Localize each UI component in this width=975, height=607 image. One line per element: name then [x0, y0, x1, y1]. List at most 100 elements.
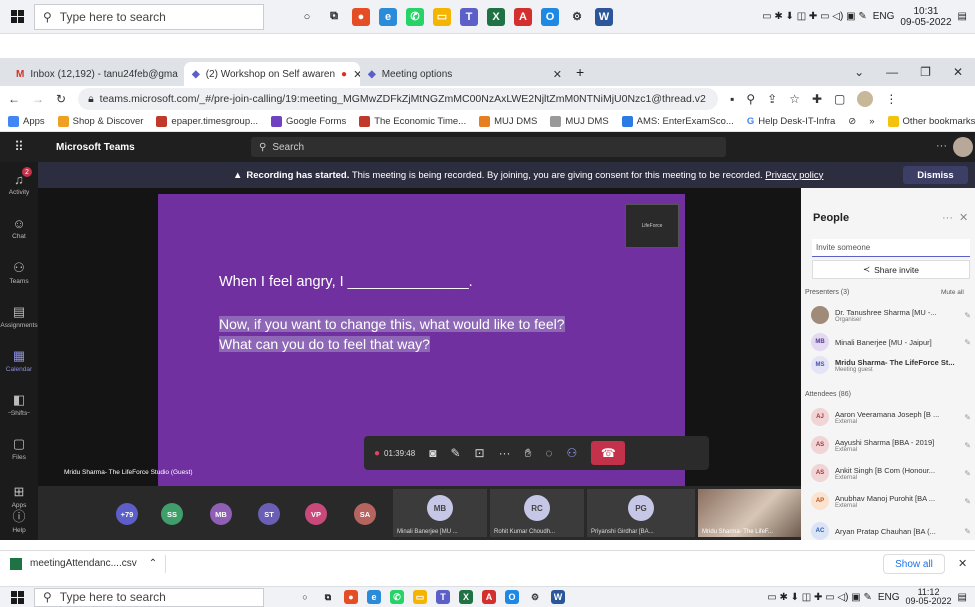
participant-row[interactable]: AS Ankit Singh [B Com (Honour... External…	[811, 464, 971, 482]
close-icon[interactable]: ✕	[959, 211, 968, 224]
participant-tile[interactable]: MB Minali Banerjee [MU ...	[393, 489, 487, 537]
bookmark-item[interactable]: G Help Desk-IT-Infra	[747, 116, 835, 127]
restore-icon[interactable]: ❐	[920, 65, 931, 79]
mute-all-button[interactable]: Mute all	[941, 289, 964, 296]
whatsapp-icon[interactable]: ✆	[406, 7, 424, 26]
forward-icon[interactable]: →	[32, 92, 44, 106]
close-icon[interactable]: ✕	[958, 557, 967, 570]
participants-icon[interactable]: ⚇	[567, 446, 578, 460]
whatsapp-icon[interactable]: ✆	[390, 590, 404, 604]
bookmark-item[interactable]: AMS: EnterExamSco...	[621, 116, 734, 127]
settings-icon[interactable]: ⚙	[568, 8, 586, 26]
rail-teams[interactable]: ⚇ Teams	[0, 250, 38, 294]
participant-avatar[interactable]: ST	[258, 503, 280, 525]
show-all-button[interactable]: Show all	[883, 554, 945, 574]
acrobat-icon[interactable]: A	[514, 7, 532, 26]
chevron-up-icon[interactable]: ⌃	[149, 558, 157, 569]
participant-row[interactable]: Dr. Tanushree Sharma [MU -... Organiser ✎	[811, 306, 971, 324]
settings-icon[interactable]: ⚙	[528, 590, 542, 604]
notifications-icon[interactable]: ▤	[958, 11, 967, 22]
tab-search-icon[interactable]: ⌄	[854, 65, 864, 79]
camera-off-icon[interactable]: ◙	[429, 446, 436, 460]
bookmark-item[interactable]: Shop & Discover	[57, 116, 143, 127]
participant-row[interactable]: MS Mridu Sharma- The LifeForce St... Meet…	[811, 356, 971, 374]
bookmark-item[interactable]: epaper.timesgroup...	[156, 116, 258, 127]
participant-row[interactable]: AC Aryan Pratap Chauhan [BA (... ✎	[811, 522, 971, 540]
notifications-icon[interactable]: ▤	[958, 592, 967, 603]
file-explorer-icon[interactable]: ▭	[433, 7, 451, 26]
edge-icon[interactable]: e	[367, 590, 381, 604]
word-icon[interactable]: W	[551, 590, 565, 604]
bookmark-item[interactable]: Apps	[8, 116, 45, 127]
chat-icon[interactable]: ◌	[545, 446, 552, 460]
tab-gmail[interactable]: M Inbox (12,192) - tanu24feb@gma ✕	[8, 62, 184, 86]
edge-icon[interactable]: e	[379, 7, 397, 26]
profile-avatar[interactable]	[857, 91, 874, 107]
share-icon[interactable]: ⇪	[767, 92, 777, 106]
reload-icon[interactable]: ↻	[56, 92, 66, 106]
outlook-icon[interactable]: O	[541, 7, 559, 26]
task-view-icon[interactable]: ⧉	[321, 590, 335, 604]
mic-off-icon[interactable]: ✎	[450, 446, 460, 460]
participant-row[interactable]: AS Aayushi Sharma [BBA - 2019] External ✎	[811, 436, 971, 454]
tab-meeting-options[interactable]: ◆ Meeting options ✕	[360, 62, 570, 86]
raise-hand-icon[interactable]: ✋︎	[525, 446, 532, 461]
more-options-icon[interactable]: ···	[942, 212, 953, 224]
word-icon[interactable]: W	[595, 7, 613, 26]
sidebar-icon[interactable]: ▢	[834, 92, 845, 106]
close-icon[interactable]: ✕	[353, 68, 360, 81]
participant-avatar[interactable]: MB	[210, 503, 232, 525]
rail-files[interactable]: ▢ Files	[0, 426, 38, 470]
language-indicator[interactable]: ENG	[873, 11, 895, 22]
excel-icon[interactable]: X	[487, 7, 505, 26]
teams-search-input[interactable]: ⚲ Search	[251, 137, 726, 157]
bookmark-item[interactable]: MUJ DMS	[479, 116, 537, 127]
globe-icon[interactable]: ⊘	[848, 116, 856, 127]
participant-tile[interactable]: PG Priyanshi Girdhar [BA...	[587, 489, 695, 537]
cortana-icon[interactable]: ○	[298, 590, 312, 604]
more-actions-icon[interactable]: ···	[499, 446, 511, 460]
start-button[interactable]	[0, 0, 34, 33]
rail-help[interactable]: ⓘ Help	[0, 498, 38, 542]
share-screen-icon[interactable]: ⊡	[475, 446, 485, 460]
leave-call-button[interactable]: ☎	[591, 441, 626, 465]
task-view-icon[interactable]: ⧉	[325, 8, 343, 26]
clock[interactable]: 10:31 09-05-2022	[900, 6, 951, 28]
participant-row[interactable]: MB Minali Banerjee [MU - Jaipur] ✎	[811, 333, 971, 351]
participant-row[interactable]: AJ Aaron Veeramana Joseph [B ... External…	[811, 408, 971, 426]
tab-workshop[interactable]: ◆ (2) Workshop on Self awaren ● ✕	[184, 62, 360, 86]
tray-icons[interactable]: ▭ ✱ ⬇ ◫ ✚ ▭ ◁) ▣ ✎	[762, 11, 867, 22]
app-launcher-icon[interactable]: ⠿	[0, 139, 38, 155]
bookmark-item[interactable]: The Economic Time...	[359, 116, 466, 127]
download-file-name[interactable]: meetingAttendanc....csv	[30, 558, 137, 569]
share-invite-button[interactable]: ≺ Share invite	[812, 260, 970, 279]
rail-shifts[interactable]: ◧ Shifts	[0, 382, 38, 426]
close-icon[interactable]: ✕	[553, 68, 562, 81]
participant-row[interactable]: AP Anubhav Manoj Purohit [BA ... External…	[811, 492, 971, 510]
presenters-header[interactable]: Presenters (3)	[805, 289, 849, 296]
rail-calendar[interactable]: ▦ Calendar	[0, 338, 38, 382]
new-tab-icon[interactable]: +	[576, 64, 584, 80]
participant-tile[interactable]: RC Rohit Kumar Choudh...	[490, 489, 584, 537]
bookmark-item[interactable]: Google Forms	[271, 116, 346, 127]
profile-avatar[interactable]	[953, 137, 973, 157]
more-bookmarks-icon[interactable]: »	[869, 116, 874, 127]
teams-icon[interactable]: T	[460, 7, 478, 26]
language-indicator[interactable]: ENG	[878, 592, 900, 603]
rail-activity[interactable]: ♫ 2 Activity	[0, 162, 38, 206]
participant-avatar[interactable]: VP	[305, 503, 327, 525]
close-window-icon[interactable]: ✕	[953, 65, 963, 79]
participant-avatar[interactable]: SS	[161, 503, 183, 525]
extensions-icon[interactable]: ✚	[812, 92, 822, 106]
dismiss-button[interactable]: Dismiss	[903, 166, 968, 184]
back-icon[interactable]: ←	[8, 92, 20, 106]
rail-chat[interactable]: ☺ Chat	[0, 206, 38, 250]
participant-video-tile[interactable]: Mridu Sharma- The LifeF...	[698, 489, 801, 537]
clock[interactable]: 11:12 09-05-2022	[906, 588, 952, 606]
camera-icon[interactable]: ▪	[730, 92, 734, 106]
menu-kebab-icon[interactable]: ⋮	[885, 92, 897, 106]
invite-input[interactable]: Invite someone	[812, 239, 970, 257]
bookmark-item[interactable]: MUJ DMS	[550, 116, 609, 127]
rail-assignments[interactable]: ▤ Assignments	[0, 294, 38, 338]
bookmark-star-icon[interactable]: ☆	[789, 92, 800, 106]
